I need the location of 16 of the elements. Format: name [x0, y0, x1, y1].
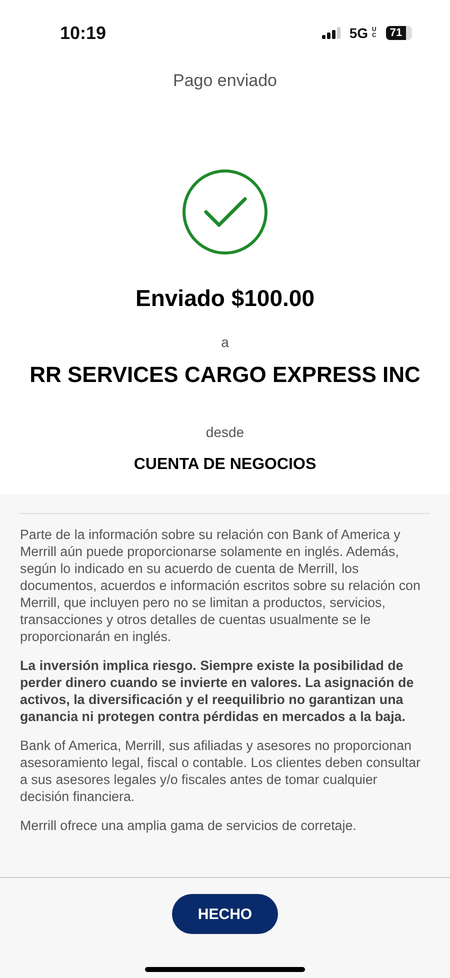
- signal-icon: [322, 27, 342, 39]
- disclosure-paragraph: La inversión implica riesgo. Siempre existe la posibilidad de perder dinero cuando se invierte en valores. La asignación de activos, la diversificación y el reequilibrio no garantizan una ganancia ni protegen contra pérdidas en mercados a la baja.: [20, 657, 415, 725]
- sent-amount: Enviado $100.00: [136, 285, 314, 312]
- checkmark-circle-icon: [182, 169, 268, 255]
- disclosure-paragraph: Bank of America, Merrill, sus afiliadas y asesores no proporcionan asesoramiento legal, fiscal o contable. Los clientes deben consultar a sus asesores legales y/o fiscales antes de tomar cualquier decisión financiera.: [20, 737, 422, 805]
- status-time: 10:19: [60, 22, 106, 44]
- network-label: 5G: [349, 25, 368, 41]
- battery-icon: 71: [386, 26, 412, 40]
- disclosure-paragraph: Merrill ofrece una amplia gama de servicios de corretaje.: [20, 817, 358, 834]
- recipient-name: RR SERVICES CARGO EXPRESS INC: [28, 361, 422, 389]
- from-label: desde: [206, 424, 244, 440]
- account-name: CUENTA DE NEGOCIOS: [134, 456, 316, 474]
- to-label: a: [221, 334, 229, 350]
- disclosure-paragraph: Parte de la información sobre su relación con Bank of America y Merrill aún puede proporcionarse solamente en inglés. Además, según lo indicado en su acuerdo de cuenta de Merrill, los documentos, acuerdos e información escritos sobre su relación con Merrill, que incluyen pero no se limitan a productos, servicios, transacciones y otros detalles de cuentas usualmente se le proporcionarán en inglés.: [20, 526, 422, 645]
- screen-title: Pago enviado: [172, 71, 278, 91]
- done-button[interactable]: HECHO: [172, 894, 278, 934]
